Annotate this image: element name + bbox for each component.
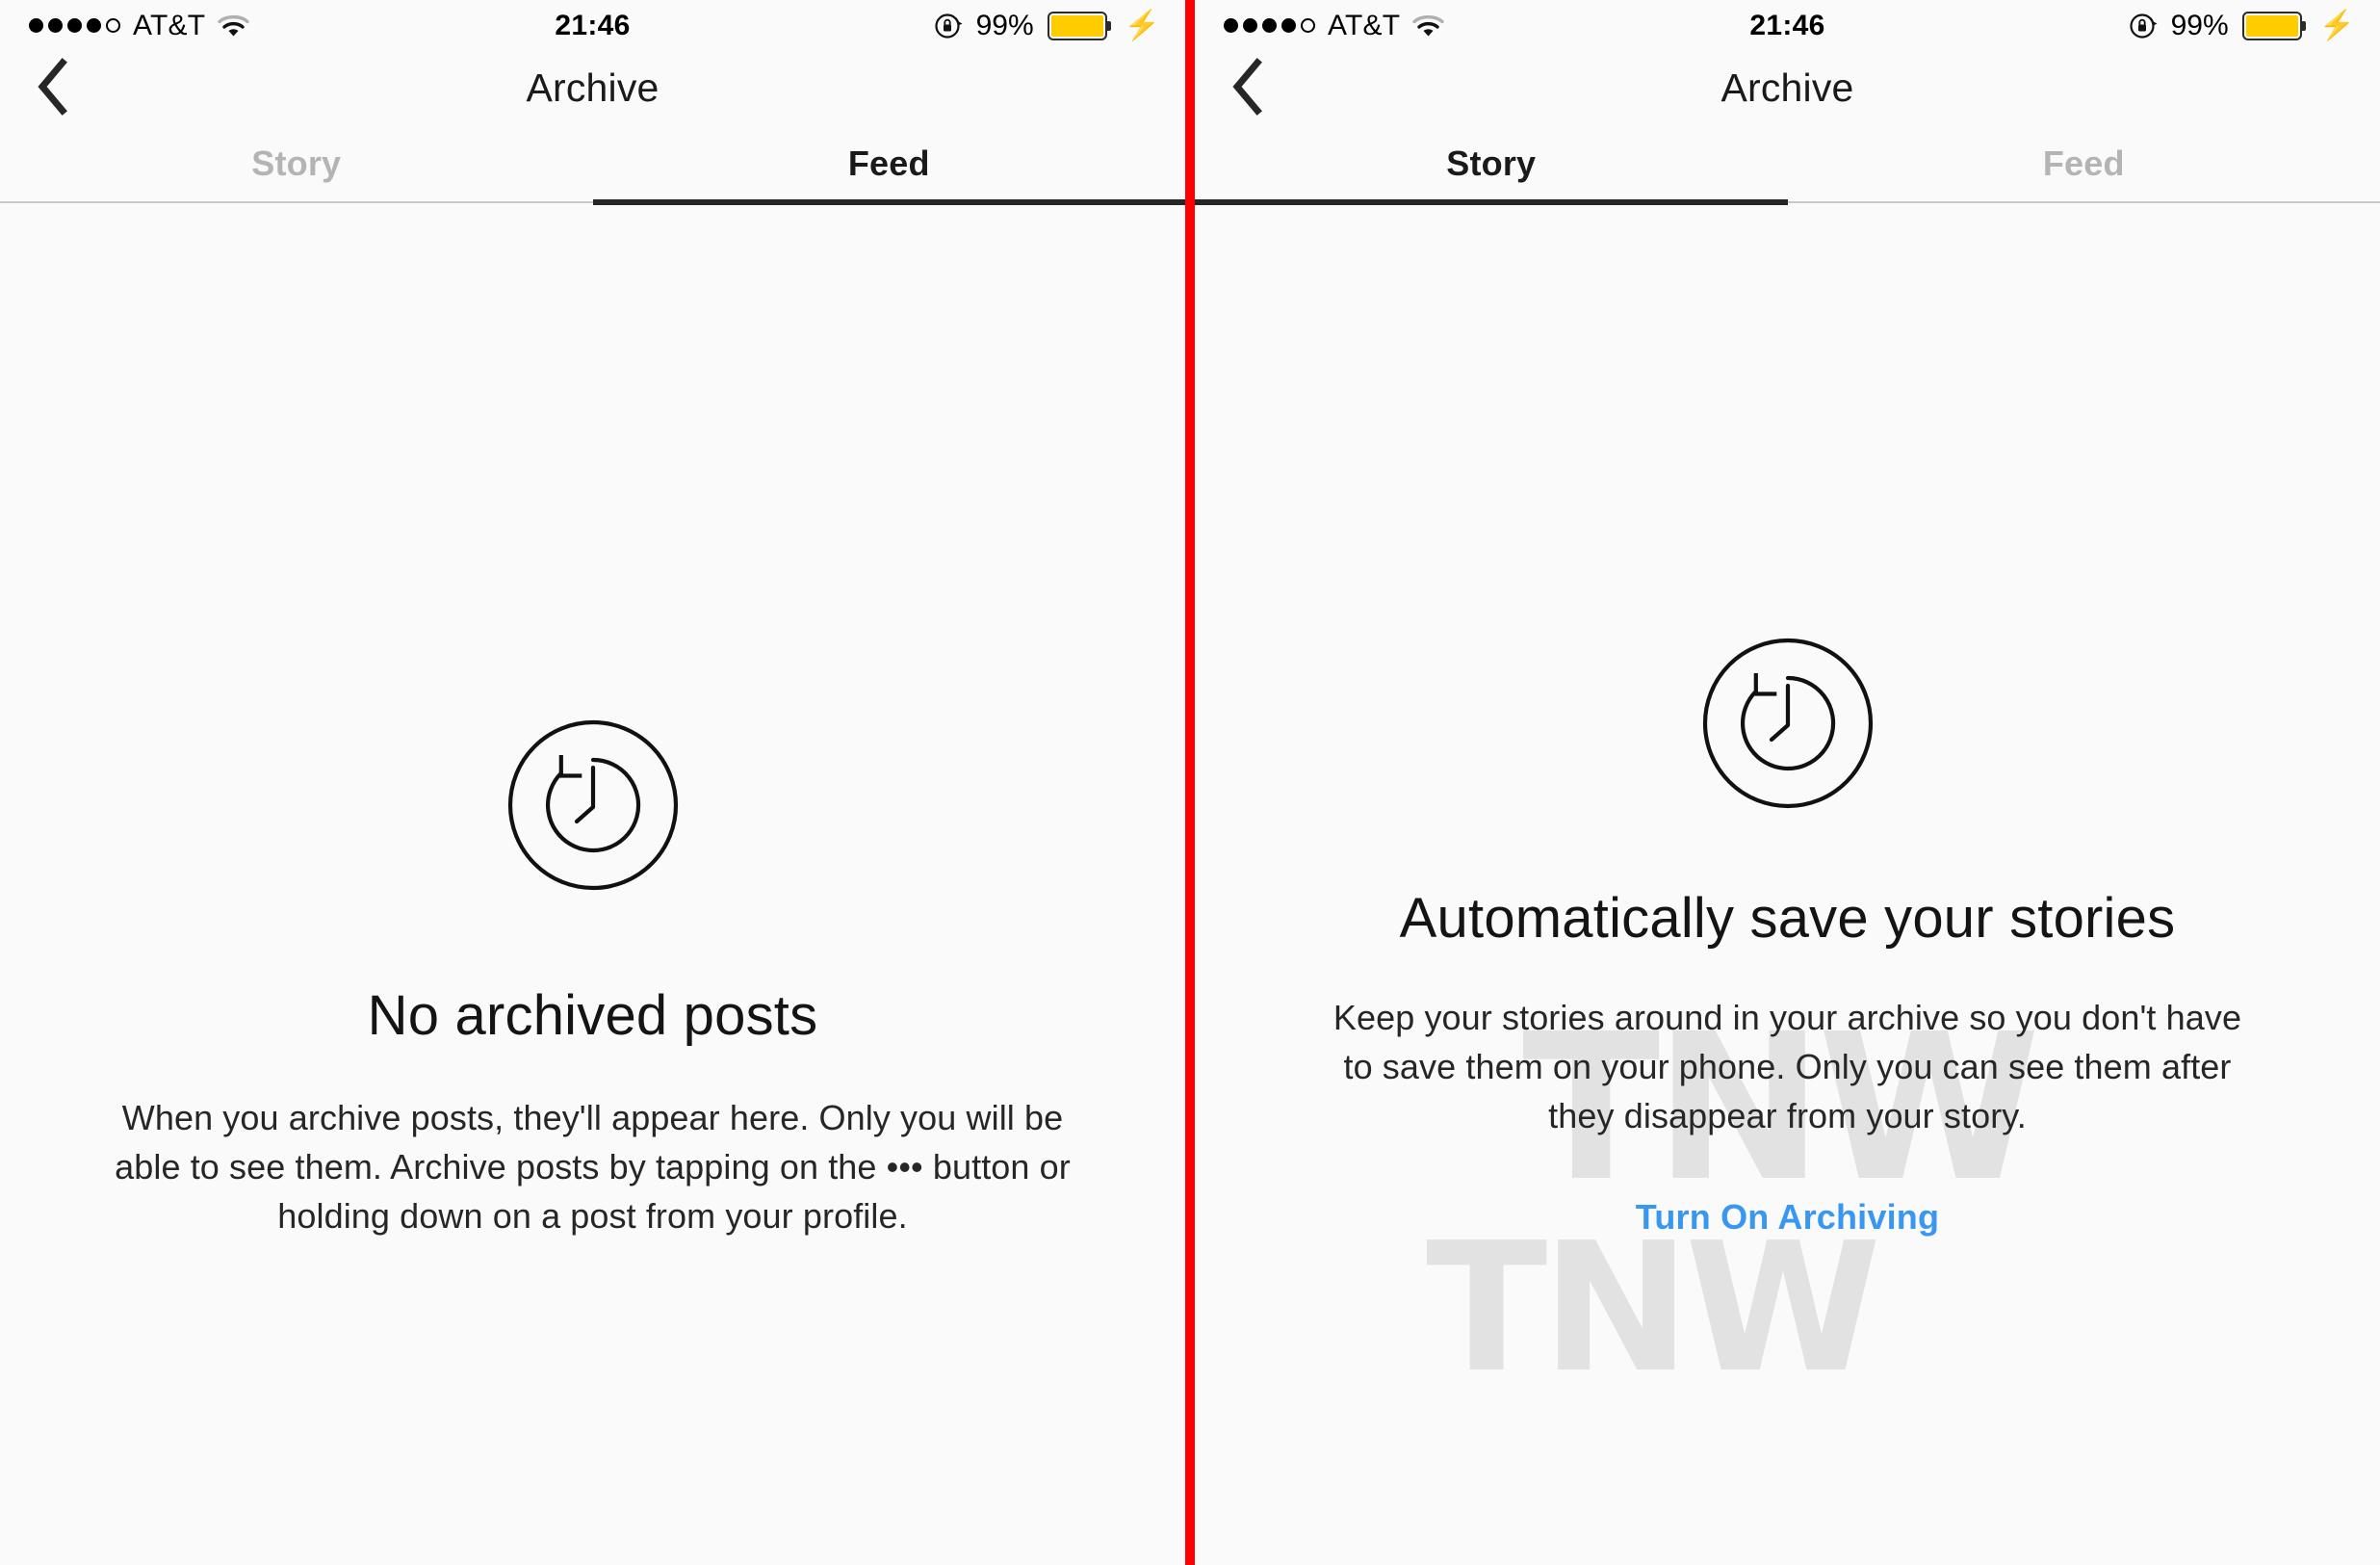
tab-indicator-rule <box>0 199 1185 205</box>
tab-indicator-feed <box>1788 199 2380 205</box>
status-bar-right: 99% ⚡ <box>2129 0 2355 51</box>
tab-story[interactable]: Story <box>1195 125 1788 202</box>
lightning-bolt-icon: ⚡ <box>1125 12 1160 40</box>
tab-feed[interactable]: Feed <box>593 125 1186 202</box>
navigation-bar: Archive <box>1195 51 2380 125</box>
empty-state-story: Automatically save your stories Keep you… <box>1195 636 2380 1238</box>
panel-divider <box>1185 0 1195 1565</box>
tab-indicator-rule <box>1195 199 2380 205</box>
battery-nub <box>2302 21 2306 31</box>
archive-clock-icon <box>505 717 681 893</box>
empty-state-feed: No archived posts When you archive posts… <box>0 717 1185 1241</box>
page-title: Archive <box>1195 51 2380 125</box>
tnw-watermark: TNW <box>1426 1219 1876 1397</box>
battery-icon <box>1048 12 1111 40</box>
tab-indicator-story <box>0 199 593 205</box>
tab-bar: Story Feed <box>1195 125 2380 202</box>
phone-screenshot-left: AT&T 21:46 <box>0 0 1185 1565</box>
status-bar-right: 99% ⚡ <box>934 0 1160 51</box>
tab-bar: Story Feed <box>0 125 1185 202</box>
empty-state-title: No archived posts <box>368 983 818 1048</box>
rotation-lock-icon <box>2129 12 2158 40</box>
battery-icon <box>2242 12 2306 40</box>
empty-state-body: When you archive posts, they'll appear h… <box>97 1093 1089 1240</box>
turn-on-archiving-button[interactable]: Turn On Archiving <box>1636 1197 1939 1238</box>
lightning-bolt-icon: ⚡ <box>2319 12 2355 40</box>
tab-indicator-feed <box>593 199 1186 205</box>
tab-indicator-story <box>1195 199 1788 205</box>
archive-clock-icon <box>1700 636 1876 811</box>
rotation-lock-icon <box>934 12 963 40</box>
battery-fill <box>2246 15 2298 37</box>
empty-state-title: Automatically save your stories <box>1355 886 2221 951</box>
status-bar: AT&T 21:46 <box>0 0 1185 51</box>
screenshot-stage: AT&T 21:46 <box>0 0 2380 1565</box>
empty-state-body: Keep your stories around in your archive… <box>1316 993 2260 1140</box>
tab-story[interactable]: Story <box>0 125 593 202</box>
battery-nub <box>1107 21 1111 31</box>
navigation-bar: Archive <box>0 51 1185 125</box>
tab-feed[interactable]: Feed <box>1788 125 2380 202</box>
status-bar: AT&T 21:46 <box>1195 0 2380 51</box>
battery-fill <box>1051 15 1103 37</box>
phone-screenshot-right: TNW TNW AT&T <box>1195 0 2380 1565</box>
page-title: Archive <box>0 51 1185 125</box>
battery-percent-label: 99% <box>976 10 1034 42</box>
battery-percent-label: 99% <box>2171 10 2229 42</box>
